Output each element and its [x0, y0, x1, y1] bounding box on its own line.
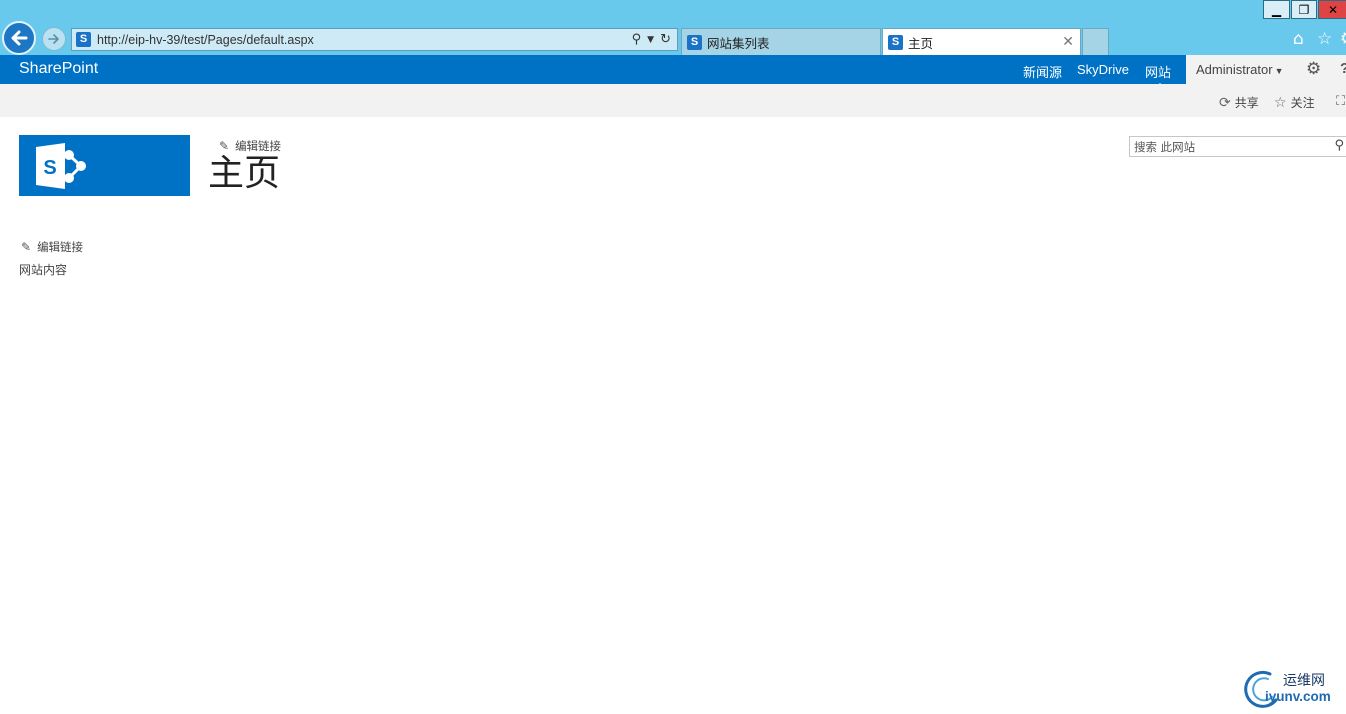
sharepoint-logo-icon: S [36, 143, 86, 189]
suite-bar: SharePoint 新闻源 SkyDrive 网站 Administrator… [0, 55, 1346, 88]
follow-label: 关注 [1290, 96, 1315, 110]
search-icon[interactable]: ⚲ [632, 32, 642, 47]
sharepoint-favicon: S [76, 32, 91, 47]
search-icon[interactable]: ⚲ [1334, 138, 1344, 153]
quicklaunch-item-site-contents[interactable]: 网站内容 [19, 261, 67, 278]
back-button[interactable] [2, 21, 36, 55]
share-icon: ⟳ [1219, 94, 1231, 111]
close-window-button[interactable]: ✕ [1318, 0, 1346, 19]
minimize-button[interactable]: ▁ [1263, 0, 1290, 19]
user-name: Administrator [1196, 62, 1273, 77]
caret-down-icon: ▼ [1274, 66, 1284, 76]
page-title: 主页 [208, 153, 281, 194]
tab-site-collections[interactable]: S 网站集列表 [681, 28, 881, 55]
sharepoint-favicon: S [888, 34, 903, 50]
dropdown-arrow-icon[interactable]: ▼ [647, 35, 654, 45]
search-box[interactable]: ⚲ [1129, 136, 1346, 157]
address-bar[interactable]: S http://eip-hv-39/test/Pages/default.as… [71, 28, 678, 51]
suite-link-sites[interactable]: 网站 [1145, 62, 1171, 88]
address-url[interactable]: http://eip-hv-39/test/Pages/default.aspx [97, 33, 632, 47]
tab-label: 主页 [908, 35, 934, 51]
search-input[interactable] [1134, 139, 1314, 154]
tab-home[interactable]: S 主页 ✕ [882, 28, 1081, 55]
new-tab-button[interactable] [1082, 28, 1109, 55]
close-tab-icon[interactable]: ✕ [1062, 34, 1074, 50]
suite-user-area: Administrator▼ ⚙ ? [1186, 55, 1346, 84]
help-icon[interactable]: ? [1340, 60, 1346, 77]
sharepoint-brand[interactable]: SharePoint [19, 60, 98, 78]
site-logo[interactable]: S [19, 135, 190, 196]
back-arrow-icon [11, 30, 28, 46]
watermark-en: iyunv.com [1265, 689, 1331, 704]
suite-link-newsfeed[interactable]: 新闻源 [1023, 62, 1062, 81]
browser-chrome: ▁ ❐ ✕ S http://eip-hv-39/test/Pages/defa… [0, 0, 1346, 55]
ribbon-bar: ⟳ 共享 ☆ 关注 ⛶ [0, 84, 1346, 117]
suite-link-skydrive[interactable]: SkyDrive [1077, 62, 1129, 77]
tab-label: 网站集列表 [707, 35, 770, 51]
home-icon[interactable]: ⌂ [1293, 29, 1304, 49]
watermark-cn: 运维网 [1283, 673, 1325, 689]
forward-arrow-icon [48, 34, 59, 44]
edit-links-label: 编辑链接 [37, 240, 84, 254]
gear-icon[interactable]: ⚙ [1340, 29, 1346, 49]
edit-links-quicklaunch[interactable]: ✎ 编辑链接 [21, 239, 83, 255]
svg-text:S: S [43, 157, 56, 179]
user-menu[interactable]: Administrator ▼ [1196, 62, 1284, 77]
share-button[interactable]: ⟳ 共享 [1219, 94, 1259, 111]
share-label: 共享 [1234, 96, 1259, 110]
refresh-icon[interactable]: ↻ [660, 32, 671, 47]
focus-on-content-icon[interactable]: ⛶ [1336, 94, 1345, 109]
sharepoint-favicon: S [687, 34, 702, 50]
watermark: 运维网 iyunv.com [1240, 666, 1346, 710]
star-icon: ☆ [1274, 94, 1287, 111]
follow-button[interactable]: ☆ 关注 [1274, 94, 1315, 111]
pencil-icon: ✎ [21, 240, 32, 254]
forward-button[interactable] [42, 27, 66, 51]
settings-gear-icon[interactable]: ⚙ [1306, 59, 1321, 79]
restore-button[interactable]: ❐ [1291, 0, 1317, 19]
star-icon[interactable]: ☆ [1317, 29, 1332, 49]
